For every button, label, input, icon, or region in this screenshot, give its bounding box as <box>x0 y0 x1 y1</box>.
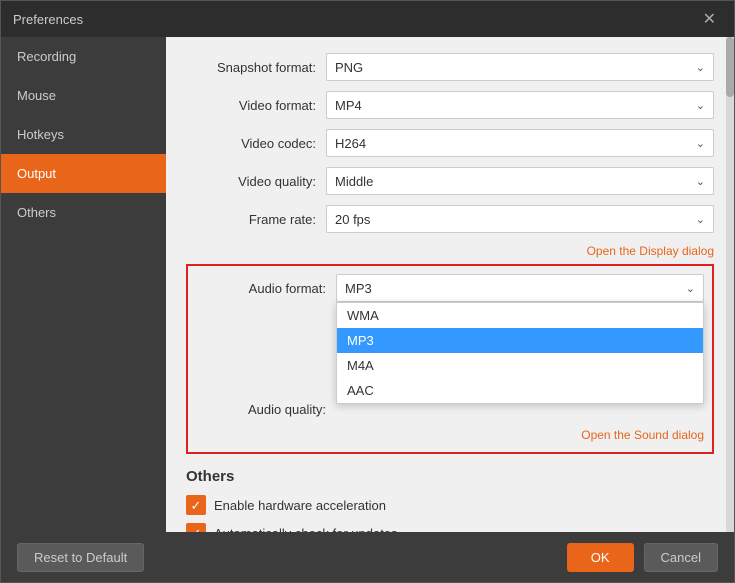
auto-update-checkbox[interactable]: ✓ <box>186 523 206 532</box>
footer: Reset to Default OK Cancel <box>1 532 734 582</box>
ok-button[interactable]: OK <box>567 543 634 572</box>
audio-format-value: MP3 <box>345 281 372 296</box>
video-format-select[interactable]: MP4 ⌄ <box>326 91 714 119</box>
audio-option-mp3[interactable]: MP3 <box>337 328 703 353</box>
chevron-down-icon: ⌄ <box>696 213 705 226</box>
frame-rate-select[interactable]: 20 fps ⌄ <box>326 205 714 233</box>
chevron-down-icon: ⌄ <box>696 137 705 150</box>
audio-quality-row: Audio quality: <box>188 402 712 417</box>
others-section: Others ✓ Enable hardware acceleration ✓ … <box>186 468 714 532</box>
video-format-label: Video format: <box>186 98 326 113</box>
sidebar-item-others[interactable]: Others <box>1 193 166 232</box>
video-quality-select[interactable]: Middle ⌄ <box>326 167 714 195</box>
footer-right-buttons: OK Cancel <box>567 543 718 572</box>
hw-accel-checkbox[interactable]: ✓ <box>186 495 206 515</box>
frame-rate-value: 20 fps <box>335 212 370 227</box>
audio-format-select[interactable]: MP3 ⌄ <box>336 274 704 302</box>
sound-link-row: Open the Sound dialog <box>188 427 712 442</box>
open-display-link[interactable]: Open the Display dialog <box>587 244 714 258</box>
sidebar-item-output[interactable]: Output <box>1 154 166 193</box>
sidebar-item-hotkeys[interactable]: Hotkeys <box>1 115 166 154</box>
content-area: Snapshot format: PNG ⌄ Video format: MP4… <box>166 37 734 532</box>
video-quality-label: Video quality: <box>186 174 326 189</box>
snapshot-format-value: PNG <box>335 60 363 75</box>
dialog-title: Preferences <box>13 12 83 27</box>
video-quality-value: Middle <box>335 174 373 189</box>
video-codec-value: H264 <box>335 136 366 151</box>
others-title: Others <box>186 468 714 485</box>
audio-section-box: Audio format: MP3 ⌄ WMA MP3 M4A AAC <box>186 264 714 454</box>
sidebar: Recording Mouse Hotkeys Output Others <box>1 37 166 532</box>
close-button[interactable]: ✕ <box>697 7 722 31</box>
video-quality-row: Video quality: Middle ⌄ <box>186 167 714 195</box>
snapshot-format-label: Snapshot format: <box>186 60 326 75</box>
audio-format-dropdown: WMA MP3 M4A AAC <box>336 302 704 404</box>
snapshot-format-row: Snapshot format: PNG ⌄ <box>186 53 714 81</box>
checkmark-icon: ✓ <box>191 527 202 533</box>
sidebar-item-mouse[interactable]: Mouse <box>1 76 166 115</box>
video-codec-row: Video codec: H264 ⌄ <box>186 129 714 157</box>
checkmark-icon: ✓ <box>191 499 202 512</box>
chevron-down-icon: ⌄ <box>696 61 705 74</box>
scrollbar-track <box>726 37 734 532</box>
auto-update-label: Automatically check for updates <box>214 526 398 533</box>
audio-format-row: Audio format: MP3 ⌄ WMA MP3 M4A AAC <box>188 274 712 302</box>
sidebar-item-recording[interactable]: Recording <box>1 37 166 76</box>
cancel-button[interactable]: Cancel <box>644 543 718 572</box>
hw-accel-row: ✓ Enable hardware acceleration <box>186 495 714 515</box>
audio-quality-label: Audio quality: <box>196 402 336 417</box>
open-sound-link[interactable]: Open the Sound dialog <box>581 428 704 442</box>
audio-option-wma[interactable]: WMA <box>337 303 703 328</box>
scrollbar-thumb[interactable] <box>726 37 734 97</box>
video-codec-label: Video codec: <box>186 136 326 151</box>
audio-option-aac[interactable]: AAC <box>337 378 703 403</box>
video-codec-select[interactable]: H264 ⌄ <box>326 129 714 157</box>
frame-rate-row: Frame rate: 20 fps ⌄ <box>186 205 714 233</box>
audio-format-label: Audio format: <box>196 281 336 296</box>
preferences-dialog: Preferences ✕ Recording Mouse Hotkeys Ou… <box>0 0 735 583</box>
main-content: Recording Mouse Hotkeys Output Others Sn… <box>1 37 734 532</box>
reset-to-default-button[interactable]: Reset to Default <box>17 543 144 572</box>
display-link-row: Open the Display dialog <box>186 243 714 258</box>
title-bar: Preferences ✕ <box>1 1 734 37</box>
chevron-down-icon: ⌄ <box>696 175 705 188</box>
video-format-row: Video format: MP4 ⌄ <box>186 91 714 119</box>
chevron-down-icon: ⌄ <box>686 282 695 295</box>
snapshot-format-select[interactable]: PNG ⌄ <box>326 53 714 81</box>
frame-rate-label: Frame rate: <box>186 212 326 227</box>
chevron-down-icon: ⌄ <box>696 99 705 112</box>
audio-option-m4a[interactable]: M4A <box>337 353 703 378</box>
hw-accel-label: Enable hardware acceleration <box>214 498 386 513</box>
auto-update-row: ✓ Automatically check for updates <box>186 523 714 532</box>
video-format-value: MP4 <box>335 98 362 113</box>
